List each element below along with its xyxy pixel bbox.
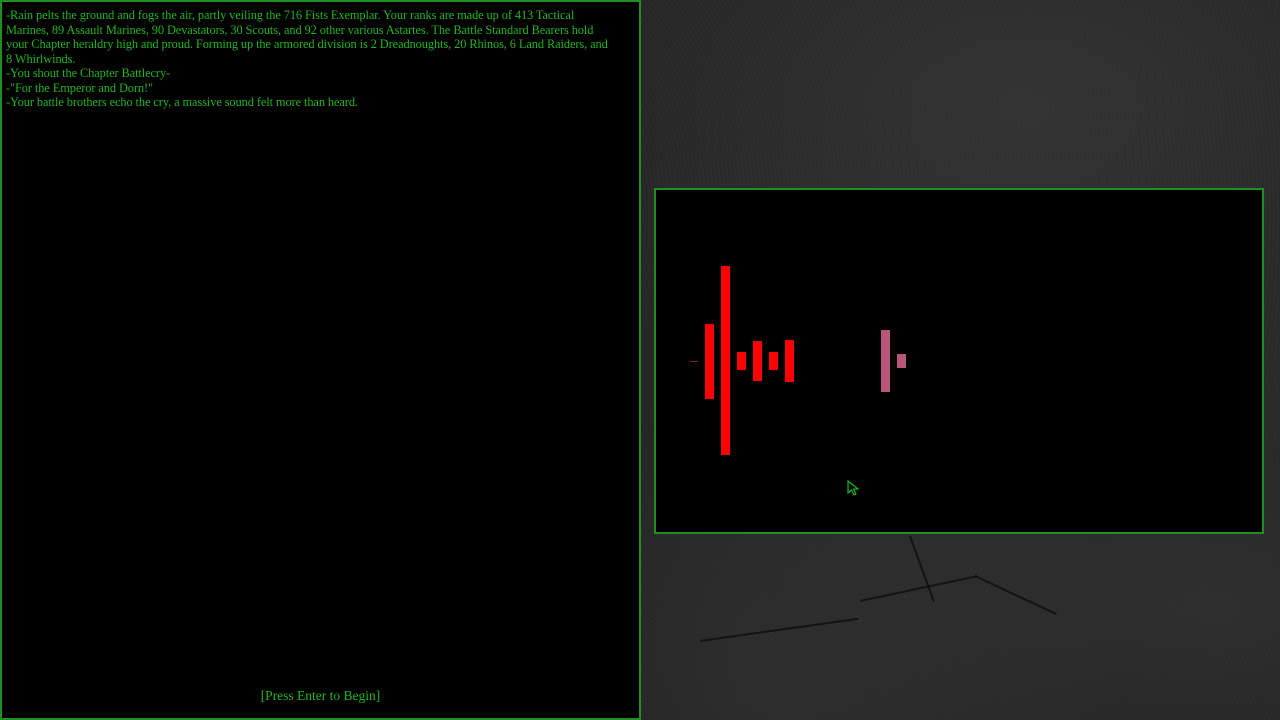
message-log-panel: -Rain pelts the ground and fogs the air,… <box>0 0 641 720</box>
log-line: -Your battle brothers echo the cry, a ma… <box>6 95 358 109</box>
mouse-cursor-icon <box>847 480 860 496</box>
player-unit-column <box>769 352 778 370</box>
player-unit-column <box>705 324 714 399</box>
battlefield-viewport[interactable] <box>654 188 1264 534</box>
background-crack <box>699 617 859 642</box>
player-unit-column <box>721 266 730 455</box>
log-line: -You shout the Chapter Battlecry- <box>6 66 171 80</box>
enemy-unit-column <box>881 330 890 392</box>
player-scout-marker <box>690 361 698 362</box>
enemy-unit-column <box>897 354 906 368</box>
background-crack <box>909 535 935 603</box>
log-line: -"For the Emperor and Dorn!" <box>6 80 154 95</box>
message-log: -Rain pelts the ground and fogs the air,… <box>6 8 616 110</box>
player-unit-column <box>753 341 762 381</box>
begin-button[interactable]: [Press Enter to Begin] <box>261 688 381 703</box>
player-unit-column <box>737 352 746 370</box>
log-line: -Rain pelts the ground and fogs the air,… <box>6 8 608 66</box>
press-enter-prompt: [Press Enter to Begin] <box>2 688 639 704</box>
background-crack <box>974 575 1057 615</box>
background-crack <box>859 575 978 602</box>
player-unit-column <box>785 340 794 382</box>
